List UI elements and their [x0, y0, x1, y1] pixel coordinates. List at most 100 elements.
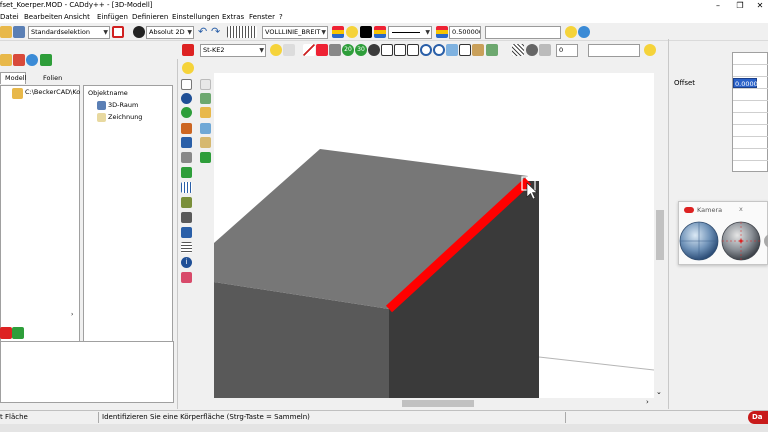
rotate-sphere-icon[interactable]	[721, 221, 761, 261]
horizontal-scroll-thumb[interactable]	[402, 400, 474, 407]
pencil-icon[interactable]	[181, 167, 192, 178]
pen-icon[interactable]	[182, 44, 194, 56]
offset-input[interactable]: 0.0000	[733, 78, 758, 88]
view-2d-icon[interactable]: 20	[342, 44, 354, 56]
cube-icon[interactable]	[200, 93, 211, 104]
open-folder-icon[interactable]	[0, 26, 12, 38]
undo-icon[interactable]: ↶	[198, 26, 210, 38]
menu-ansicht[interactable]: Ansicht	[64, 13, 90, 21]
menu-help[interactable]: ?	[279, 13, 283, 21]
pan-icon[interactable]	[446, 44, 458, 56]
menu-extras[interactable]: Extras	[222, 13, 244, 21]
scroll-right-arrow[interactable]: ›	[71, 311, 73, 318]
menu-fenster[interactable]: Fenster	[249, 13, 275, 21]
close-button[interactable]: ✕	[750, 0, 768, 12]
refresh-icon[interactable]	[26, 54, 38, 66]
pillar-icon[interactable]	[200, 137, 211, 148]
zoom-in-icon[interactable]	[420, 44, 432, 56]
camera-panel[interactable]: Kamera x	[678, 201, 768, 265]
object-item-zeichnung[interactable]: Zeichnung	[108, 113, 142, 121]
edge-icon[interactable]	[329, 44, 341, 56]
settings-icon[interactable]	[578, 26, 590, 38]
folder-icon[interactable]	[0, 54, 12, 66]
line-tool-icon[interactable]	[303, 44, 315, 56]
restore-button[interactable]: ❐	[730, 0, 750, 12]
select-arrow-icon[interactable]	[181, 79, 192, 90]
redo-icon[interactable]: ↷	[211, 26, 223, 38]
extrude-icon[interactable]	[181, 137, 192, 148]
properties-icon[interactable]	[40, 54, 52, 66]
sphere-cut-icon[interactable]	[181, 107, 192, 118]
menu-definieren[interactable]: Definieren	[132, 13, 168, 21]
copy-icon[interactable]	[12, 327, 24, 339]
tree-root-item[interactable]: C:\BeckerCAD\Ko	[25, 88, 80, 96]
color-black-swatch[interactable]	[360, 26, 372, 38]
new-icon[interactable]	[13, 54, 25, 66]
coord-mode-select[interactable]: Absolut 2D ▼	[146, 26, 194, 39]
eraser-icon[interactable]	[181, 272, 192, 283]
bulb-icon[interactable]	[644, 44, 656, 56]
cursor-icon[interactable]	[200, 79, 211, 90]
table-icon[interactable]	[181, 242, 192, 253]
horizontal-scrollbar[interactable]: ›	[214, 398, 654, 409]
selection-mode-select[interactable]: Standardselektion ▼	[28, 26, 110, 39]
3d-model-svg[interactable]	[214, 73, 655, 399]
line-width-input[interactable]: 0.500000	[449, 26, 481, 39]
text-icon[interactable]	[181, 227, 192, 238]
bulb-icon[interactable]	[565, 26, 577, 38]
tab-folien[interactable]: Folien	[29, 73, 63, 84]
snap-icon[interactable]	[368, 44, 380, 56]
bulb-icon[interactable]	[346, 26, 358, 38]
object-item-3d-raum[interactable]: 3D-Raum	[108, 101, 138, 109]
grid-icon[interactable]	[227, 26, 257, 38]
menu-bearbeiten[interactable]: Bearbeiten	[24, 13, 62, 21]
minimize-button[interactable]: –	[708, 0, 728, 12]
bulb-icon[interactable]	[270, 44, 282, 56]
cube-icon[interactable]	[486, 44, 498, 56]
zoom-window-icon[interactable]	[381, 44, 393, 56]
scroll-right-arrow[interactable]: ›	[646, 398, 649, 406]
dots-icon[interactable]	[181, 182, 192, 193]
axis-icon[interactable]	[200, 107, 211, 118]
text-field[interactable]	[485, 26, 561, 39]
counter-text-field[interactable]	[588, 44, 640, 57]
tab-modell[interactable]: Modell	[0, 72, 26, 84]
zoom-box-icon[interactable]	[394, 44, 406, 56]
line-type-select[interactable]: VOLLLINIE_BREIT ▼	[262, 26, 328, 39]
menu-datei[interactable]: Datei	[0, 13, 19, 21]
layer-stack-icon[interactable]	[332, 26, 344, 38]
menu-einfuegen[interactable]: Einfügen	[97, 13, 128, 21]
line-style-select[interactable]: ▼	[388, 26, 432, 39]
save-icon[interactable]	[13, 26, 25, 38]
layer-stack-icon[interactable]	[436, 26, 448, 38]
hatch-icon[interactable]	[512, 44, 524, 56]
camera-close-button[interactable]: x	[739, 205, 743, 213]
measure-icon[interactable]	[472, 44, 484, 56]
arch-icon[interactable]	[200, 123, 211, 134]
bulb-icon[interactable]	[182, 62, 194, 74]
info-icon[interactable]: i	[181, 257, 192, 268]
shape-icon[interactable]	[539, 44, 551, 56]
cone-icon[interactable]	[181, 123, 192, 134]
vertical-scrollbar[interactable]: ⌄	[654, 73, 666, 399]
3d-viewport[interactable]	[214, 73, 655, 399]
layer-stack-icon[interactable]	[374, 26, 386, 38]
counter-input[interactable]: 0	[556, 44, 578, 57]
brush-icon[interactable]	[200, 152, 211, 163]
scroll-down-arrow[interactable]: ⌄	[656, 388, 662, 396]
pencil-icon[interactable]	[0, 327, 12, 339]
bevel-icon[interactable]	[181, 152, 192, 163]
zoom-out-icon[interactable]	[433, 44, 445, 56]
fit-icon[interactable]	[459, 44, 471, 56]
zoom-all-icon[interactable]	[407, 44, 419, 56]
measure-icon[interactable]	[181, 212, 192, 223]
vertical-scroll-thumb[interactable]	[656, 210, 664, 260]
extra-sphere-icon[interactable]	[764, 234, 768, 248]
sphere-icon[interactable]	[526, 44, 538, 56]
coord-icon[interactable]	[133, 26, 145, 38]
view-3d-icon[interactable]: 30	[355, 44, 367, 56]
selection-filter-icon[interactable]	[112, 26, 124, 38]
plane-icon[interactable]	[316, 44, 328, 56]
layer-select[interactable]: St-KE2 ▼	[200, 44, 266, 57]
transform-icon[interactable]	[181, 197, 192, 208]
